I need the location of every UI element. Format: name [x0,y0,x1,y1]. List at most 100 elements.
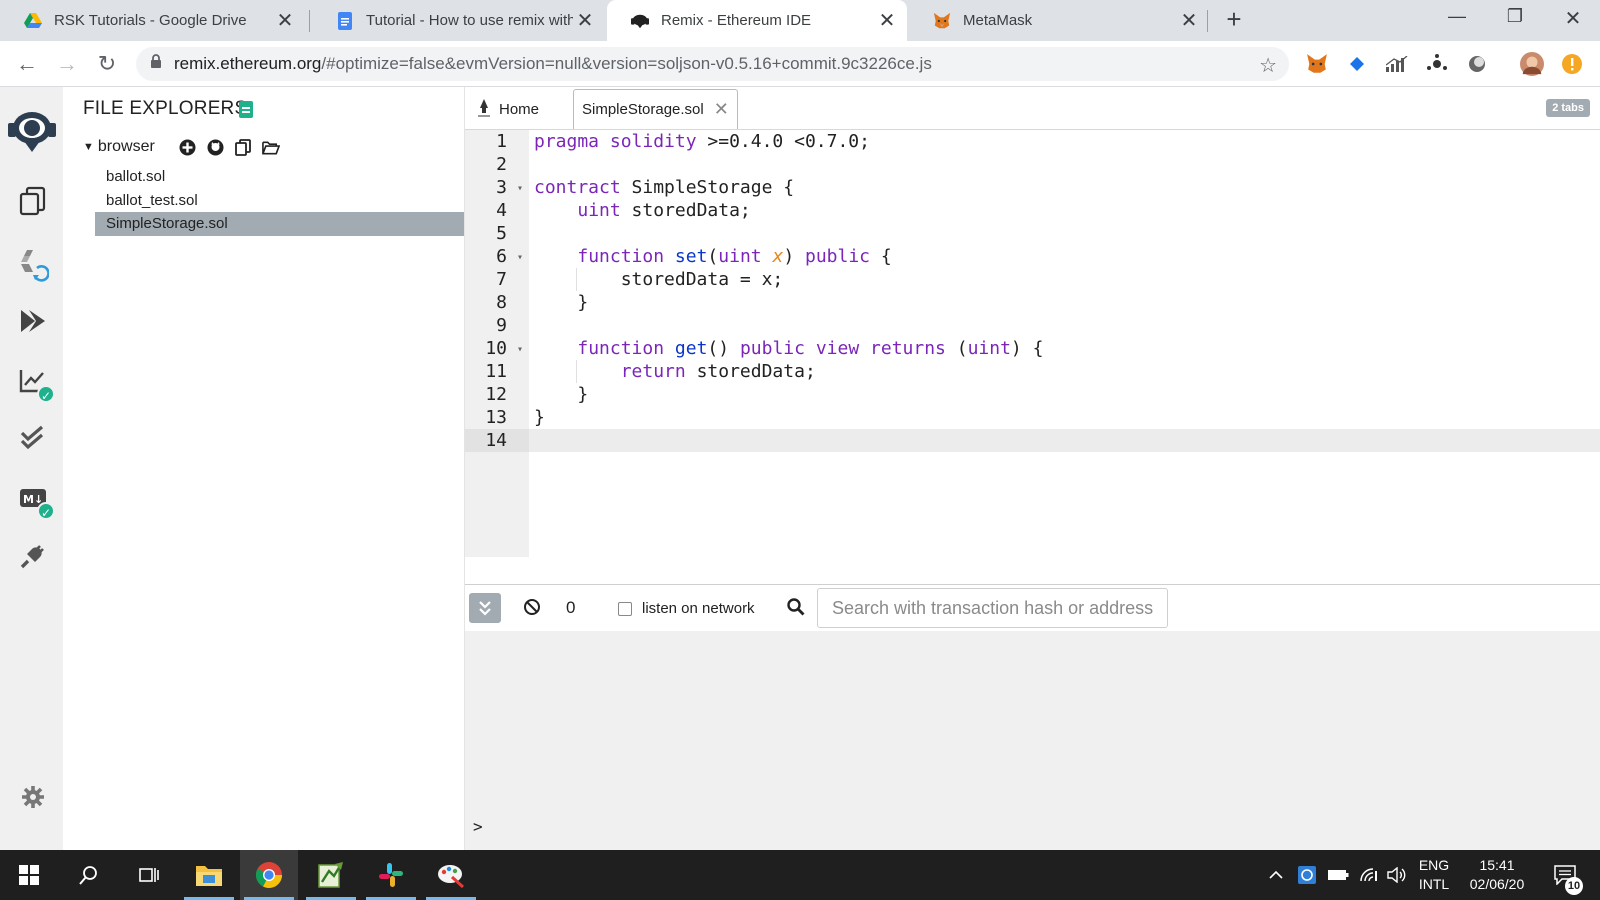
clock[interactable]: 15:41 02/06/20 [1462,856,1532,894]
line-number: 9 [496,315,507,336]
browser-tab-strip: RSK Tutorials - Google Drive ✕ Tutorial … [0,0,1600,41]
signal-extension-icon[interactable] [1385,52,1409,76]
line-number: 7 [496,269,507,290]
open-folder-icon[interactable] [262,138,280,156]
analysis-icon[interactable]: ✓ [15,363,55,403]
tray-overflow-icon[interactable] [1264,850,1288,900]
terminal-toolbar: 0 listen on network [465,586,1600,631]
forward-icon[interactable]: → [53,50,81,78]
unit-testing-icon[interactable] [15,420,51,456]
tray-app-icon[interactable] [1295,850,1319,900]
create-file-icon[interactable] [178,138,196,156]
reload-icon[interactable]: ↻ [93,50,121,78]
window-close-icon[interactable]: ✕ [1553,6,1593,34]
caret-down-icon: ▼ [83,141,94,153]
workspace-actions [178,138,280,156]
volume-icon[interactable] [1385,850,1409,900]
browser-tab-remix[interactable]: Remix - Ethereum IDE ✕ [607,0,907,41]
line-number-active: 14 [465,429,529,452]
close-icon[interactable]: ✕ [273,8,297,33]
terminal-output[interactable]: > [465,631,1600,850]
chrome-icon[interactable] [240,850,298,900]
nodes-extension-icon[interactable] [1425,52,1449,76]
address-bar[interactable]: remix.ethereum.org/#optimize=false&evmVe… [136,47,1289,81]
close-tab-icon[interactable]: ✕ [714,99,729,120]
fold-arrow-icon[interactable]: ▾ [517,338,523,361]
documentation-icon[interactable] [239,101,253,118]
code-line-1: pragma solidity >=0.4.0 <0.7.0; [534,131,870,152]
line-number: 11 [485,361,507,382]
file-explorers-icon[interactable] [15,183,51,219]
file-item[interactable]: ballot.sol [95,165,464,189]
terminal-resize-bar[interactable] [465,557,1600,585]
checkmark-badge-icon: ✓ [37,502,55,520]
circle-extension-icon[interactable] [1465,52,1489,76]
close-icon[interactable]: ✕ [573,8,597,33]
remix-icon [631,12,649,30]
windows-start-icon[interactable] [0,850,58,900]
file-explorer-icon[interactable] [180,850,238,900]
code-editor[interactable]: 1 2 3 ▾ 4 5 6 ▾ 7 8 9 10 ▾ 11 12 13 14 prag… [465,129,1600,558]
wifi-icon[interactable] [1357,850,1381,900]
code-line-8: } [534,292,589,313]
checkmark-badge-icon: ✓ [37,385,55,403]
code-area[interactable]: pragma solidity >=0.4.0 <0.7.0; contract… [529,130,1600,558]
transaction-search-input[interactable] [817,588,1168,628]
settings-gear-icon[interactable] [15,779,51,815]
clear-console-icon[interactable] [523,598,541,621]
fold-arrow-icon[interactable]: ▾ [517,246,523,269]
minimize-icon[interactable]: — [1437,6,1477,34]
remix-logo-icon[interactable] [6,107,58,155]
solidity-compiler-icon[interactable] [15,249,51,285]
restore-icon[interactable]: ❐ [1495,6,1535,34]
close-icon[interactable]: ✕ [875,8,899,33]
update-alert-icon[interactable] [1560,52,1584,76]
bookmark-star-icon[interactable]: ☆ [1259,53,1277,78]
browser-toolbar: ← → ↻ remix.ethereum.org/#optimize=false… [0,41,1600,87]
browser-tab-metamask[interactable]: MetaMask ✕ [909,0,1209,41]
copy-files-icon[interactable] [234,138,252,156]
battery-icon[interactable] [1325,850,1351,900]
deploy-run-icon[interactable] [15,303,51,339]
google-docs-icon [336,11,354,30]
toggle-terminal-button[interactable] [469,593,501,623]
tab-simplestorage[interactable]: SimpleStorage.sol ✕ [573,89,738,129]
metamask-extension-icon[interactable] [1305,52,1329,76]
profile-avatar[interactable] [1520,52,1544,76]
tabs-count-badge[interactable]: 2 tabs [1546,99,1590,117]
close-icon[interactable]: ✕ [1177,8,1201,33]
notification-center-icon[interactable]: 10 [1545,850,1585,900]
remix-small-icon [477,99,491,119]
task-view-icon[interactable] [120,850,178,900]
notepad-plus-icon[interactable] [302,850,360,900]
tab-home[interactable]: Home [471,89,569,129]
browser-tab-docs[interactable]: Tutorial - How to use remix with ✕ [312,0,605,41]
line-number: 2 [496,154,507,175]
listen-network-checkbox[interactable] [618,602,632,616]
github-icon[interactable] [206,138,224,156]
diamond-extension-icon[interactable] [1345,52,1369,76]
slack-icon[interactable] [362,850,420,900]
terminal-prompt[interactable]: > [473,817,483,836]
workspace-toggle[interactable]: ▼ browser [83,138,155,156]
input-language[interactable]: ENG INTL [1412,856,1456,894]
new-tab-button[interactable]: + [1220,6,1248,34]
file-item[interactable]: ballot_test.sol [95,189,464,213]
line-number: 5 [496,223,507,244]
back-icon[interactable]: ← [13,50,41,78]
code-line-13: } [534,407,545,428]
browser-tab-drive[interactable]: RSK Tutorials - Google Drive ✕ [0,0,305,41]
line-number: 4 [496,200,507,221]
search-icon[interactable] [60,850,118,900]
plugin-manager-icon[interactable] [15,538,51,574]
tab-divider [309,10,310,32]
fold-arrow-icon[interactable]: ▾ [517,177,523,200]
markdown-icon[interactable]: M↓ ✓ [15,480,55,520]
browser-tab-title: RSK Tutorials - Google Drive [54,12,247,29]
tab-file-label: SimpleStorage.sol [582,101,704,118]
workspace-name: browser [97,138,155,155]
code-line-6: function set(uint x) public { [577,246,892,267]
paint-app-icon[interactable] [422,850,480,900]
file-item-selected[interactable]: SimpleStorage.sol [95,212,464,236]
url-path: /#optimize=false&evmVersion=null&version… [321,54,932,73]
